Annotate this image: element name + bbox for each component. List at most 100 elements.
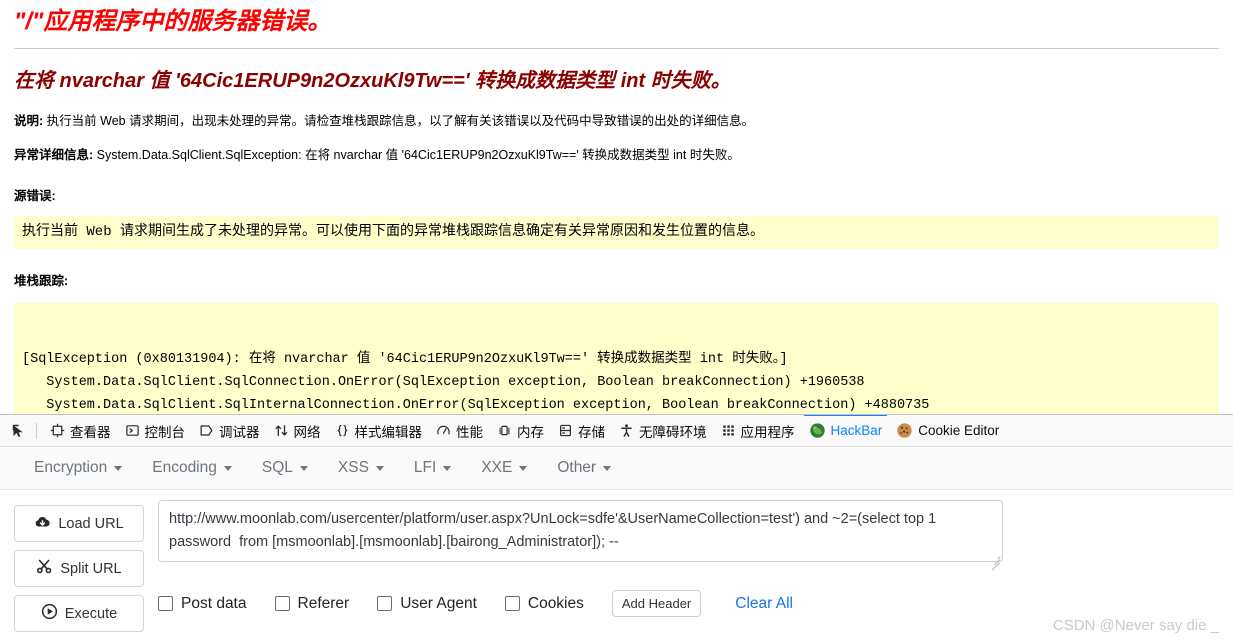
menu-label: LFI — [413, 459, 437, 476]
url-textarea-wrapper — [158, 500, 1003, 571]
checkbox-user-agent[interactable]: User Agent — [377, 595, 477, 613]
clear-all-link[interactable]: Clear All — [735, 595, 793, 613]
chevron-down-icon — [603, 465, 612, 471]
tab-debugger[interactable]: 调试器 — [192, 415, 267, 446]
tab-label: 内存 — [517, 424, 544, 440]
tab-network[interactable]: 网络 — [267, 415, 328, 446]
checkbox-label: Cookies — [527, 594, 584, 612]
menu-label: Other — [557, 459, 597, 476]
checkbox-label: Post data — [181, 594, 247, 612]
application-icon — [721, 423, 736, 438]
menu-encoding[interactable]: Encoding — [138, 454, 246, 482]
play-circle-icon — [41, 603, 58, 624]
toolbar-divider — [36, 422, 37, 439]
watermark-text: CSDN @Never say die _ — [1052, 617, 1219, 634]
tab-label: 无障碍环境 — [639, 424, 707, 440]
storage-icon — [558, 423, 573, 438]
add-header-button[interactable]: Add Header — [611, 590, 702, 617]
tab-performance[interactable]: 性能 — [429, 415, 490, 446]
tab-label: 样式编辑器 — [354, 424, 423, 440]
stack-trace-label: 堆栈跟踪: — [14, 274, 69, 288]
menu-label: XSS — [337, 459, 369, 476]
tab-accessibility[interactable]: 无障碍环境 — [612, 415, 714, 446]
menu-label: Encoding — [152, 459, 217, 476]
source-error-label: 源错误: — [14, 189, 56, 203]
split-url-button[interactable]: Split URL — [14, 550, 144, 587]
menu-sql[interactable]: SQL — [248, 454, 322, 482]
hackbar-options-row: Post data Referer User Agent Cookies Add… — [158, 590, 1219, 617]
checkbox-referer[interactable]: Referer — [274, 594, 350, 613]
checkbox-box[interactable] — [377, 596, 393, 611]
checkbox-box[interactable] — [274, 596, 290, 611]
asp-error-page: "/"应用程序中的服务器错误。 在将 nvarchar 值 '64Cic1ERU… — [0, 0, 1233, 414]
description-paragraph: 说明: 执行当前 Web 请求期间，出现未处理的异常。请检查堆栈跟踪信息，以了解… — [14, 112, 1219, 130]
menu-xss[interactable]: XSS — [324, 454, 398, 482]
element-picker-icon[interactable] — [4, 417, 34, 445]
tab-cookie-editor[interactable]: Cookie Editor — [889, 415, 1006, 446]
tab-hackbar[interactable]: HackBar — [802, 415, 890, 446]
menu-other[interactable]: Other — [543, 454, 625, 482]
hackbar-action-buttons: Load URL Split URL Execute — [14, 500, 144, 632]
hackbar-body: Load URL Split URL Execute http://www.mo… — [0, 490, 1233, 632]
hackbar-menubar: Encryption Encoding SQL XSS LFI XXE Othe… — [0, 447, 1233, 490]
performance-icon — [436, 423, 451, 438]
menu-label: XXE — [481, 459, 513, 476]
description-text: 执行当前 Web 请求期间，出现未处理的异常。请检查堆栈跟踪信息，以了解有关该错… — [43, 114, 755, 128]
hackbar-right-column: Post data Referer User Agent Cookies — [158, 500, 1219, 632]
title-divider — [14, 48, 1219, 49]
menu-lfi[interactable]: LFI — [400, 454, 465, 482]
tab-label: 控制台 — [144, 424, 186, 440]
tab-label: 性能 — [456, 424, 483, 440]
accessibility-icon — [619, 423, 634, 438]
tab-style-editor[interactable]: 样式编辑器 — [328, 415, 430, 446]
url-input[interactable] — [158, 500, 1003, 562]
stack-trace-block: [SqlException (0x80131904): 在将 nvarchar … — [14, 303, 1219, 414]
button-label: Load URL — [58, 515, 124, 532]
checkbox-box[interactable] — [504, 596, 520, 611]
devtools-panel: 查看器 控制台 调试器 网络 样式编辑器 性能 内存 存储 无障碍环境 应用程序… — [0, 414, 1233, 641]
tab-console[interactable]: 控制台 — [118, 415, 193, 446]
checkbox-cookies[interactable]: Cookies — [504, 594, 584, 613]
network-icon — [274, 423, 289, 438]
hackbar-panel: Encryption Encoding SQL XSS LFI XXE Othe… — [0, 447, 1233, 641]
tab-label: 应用程序 — [740, 424, 795, 440]
scissors-icon — [36, 559, 53, 578]
tab-label: 查看器 — [70, 424, 111, 440]
cloud-download-icon — [34, 515, 51, 533]
execute-button[interactable]: Execute — [14, 595, 144, 632]
error-subtitle: 在将 nvarchar 值 '64Cic1ERUP9n2OzxuKl9Tw=='… — [14, 70, 731, 92]
checkbox-label: Referer — [297, 594, 350, 612]
button-label: Execute — [64, 605, 118, 622]
chevron-down-icon — [519, 465, 528, 471]
checkbox-label: User Agent — [400, 594, 477, 612]
tab-application[interactable]: 应用程序 — [714, 415, 802, 446]
tab-label: 存储 — [578, 424, 605, 440]
devtools-toolbar: 查看器 控制台 调试器 网络 样式编辑器 性能 内存 存储 无障碍环境 应用程序… — [0, 415, 1233, 447]
page-title: "/"应用程序中的服务器错误。 — [14, 8, 332, 35]
hackbar-icon — [809, 422, 826, 439]
source-error-block: 执行当前 Web 请求期间生成了未处理的异常。可以使用下面的异常堆栈跟踪信息确定… — [14, 216, 1219, 249]
memory-icon — [497, 423, 512, 438]
description-label: 说明: — [14, 114, 44, 128]
chevron-down-icon — [375, 465, 384, 471]
tab-inspector[interactable]: 查看器 — [43, 415, 118, 446]
button-label: Split URL — [60, 560, 122, 577]
menu-label: Encryption — [34, 459, 108, 476]
style-editor-icon — [335, 423, 350, 438]
checkbox-box[interactable] — [158, 596, 173, 611]
cookie-icon — [896, 422, 913, 439]
exception-text: System.Data.SqlClient.SqlException: 在将 n… — [93, 148, 740, 162]
tab-label: 调试器 — [219, 424, 260, 440]
load-url-button[interactable]: Load URL — [14, 505, 144, 542]
chevron-down-icon — [443, 465, 452, 471]
exception-paragraph: 异常详细信息: System.Data.SqlClient.SqlExcepti… — [14, 146, 1219, 164]
inspector-icon — [50, 423, 65, 438]
checkbox-post-data[interactable]: Post data — [158, 595, 247, 613]
menu-xxe[interactable]: XXE — [467, 454, 541, 482]
tab-storage[interactable]: 存储 — [551, 415, 612, 446]
tab-label: HackBar — [830, 423, 883, 438]
tab-label: 网络 — [293, 424, 321, 440]
tab-memory[interactable]: 内存 — [490, 415, 551, 446]
menu-encryption[interactable]: Encryption — [20, 454, 136, 482]
exception-label: 异常详细信息: — [14, 148, 94, 162]
